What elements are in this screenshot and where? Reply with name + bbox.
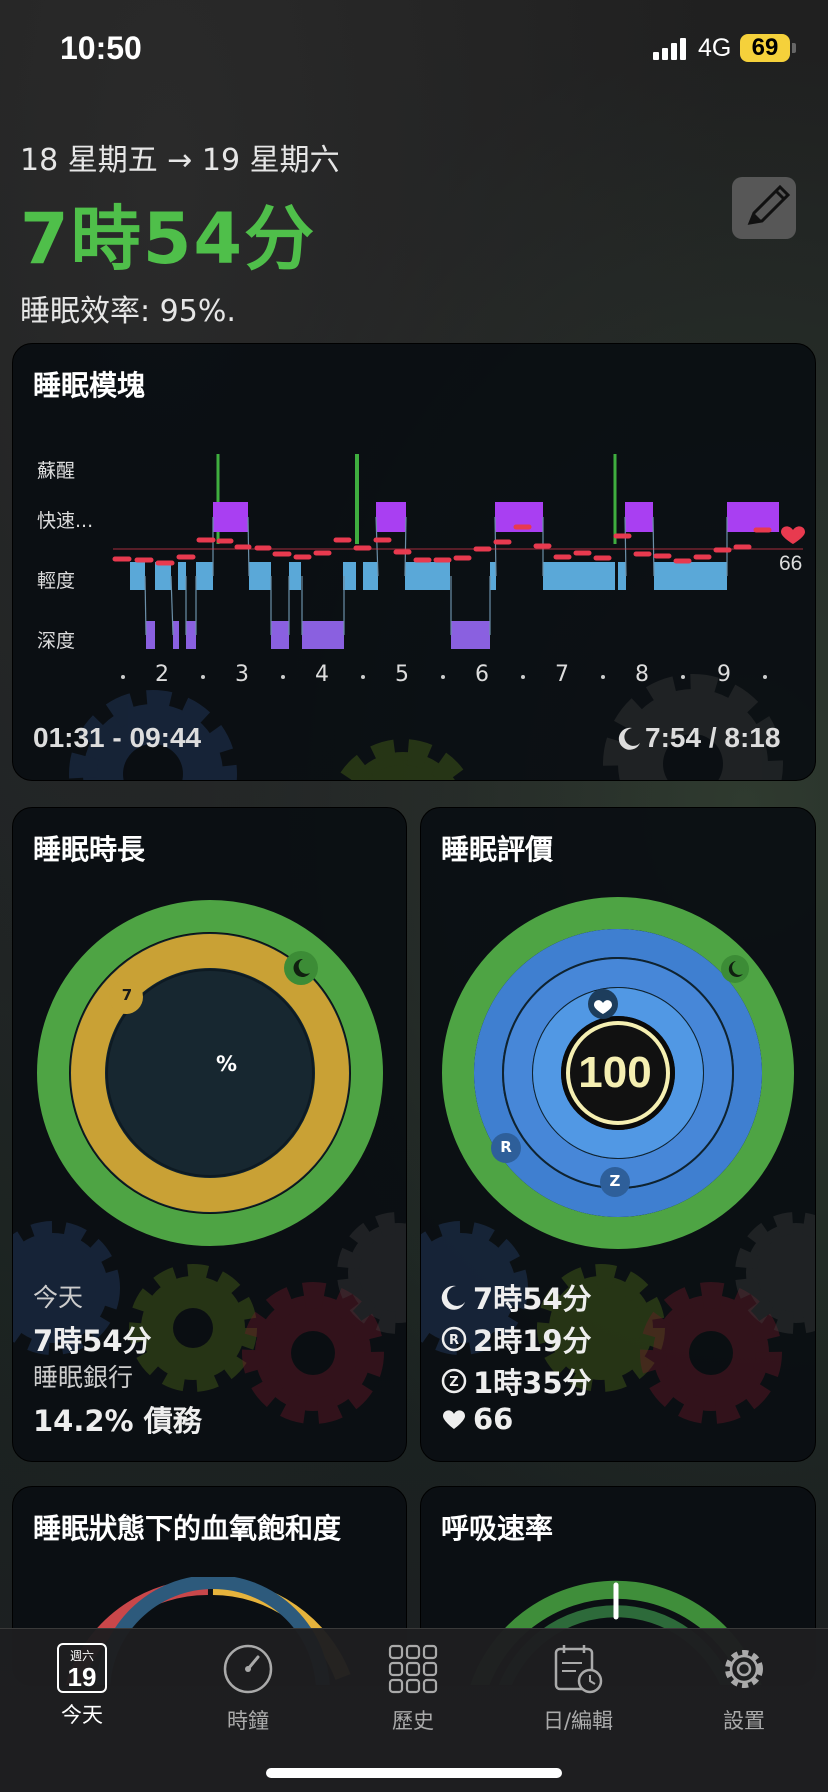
tab-history[interactable]: 歷史 (353, 1643, 473, 1735)
r-icon: R (441, 1326, 467, 1352)
z-icon: Z (441, 1368, 467, 1394)
hour-tick: 7 (555, 662, 569, 687)
tab-clock-label: 時鐘 (227, 1709, 269, 1733)
gauge-icon (223, 1644, 273, 1694)
tab-clock[interactable]: 時鐘 (188, 1643, 308, 1735)
svg-text:Z: Z (449, 1375, 458, 1390)
heart-rate-value: 66 (779, 552, 803, 575)
svg-text:R: R (449, 1333, 459, 1348)
grid-icon (388, 1644, 438, 1694)
ring-r-label: R (500, 1138, 512, 1156)
sleep-duration-ring (37, 900, 383, 1246)
sleep-score-card[interactable]: 睡眠評價 100 R Z 7時54分 R 2時19分 Z 1時35分 66 (420, 807, 816, 1462)
pencil-icon (747, 184, 791, 225)
sleep-efficiency: 睡眠效率: 95%. (20, 294, 236, 329)
spo2-title: 睡眠狀態下的血氧飽和度 (33, 1512, 342, 1545)
moon-icon (618, 727, 640, 750)
ring-hour-badge: 7 (121, 986, 133, 1004)
ring-percent-label: % (216, 1052, 238, 1076)
sleep-duration-card[interactable]: 睡眠時長 7 % 今天 7時54分 睡眠銀行 14.2% 債務 (12, 807, 407, 1462)
status-time: 10:50 (60, 30, 142, 66)
sleep-bank-value: 14.2% 債務 (33, 1404, 202, 1438)
sleep-blocks-card[interactable]: 睡眠模塊 蘇醒 快速... 輕度 深度 66 2 3 4 5 6 7 8 9 0… (12, 343, 816, 781)
score-stat-rem-value: 2時19分 (473, 1324, 592, 1358)
hour-tick: 5 (395, 662, 409, 687)
sleep-time-range: 01:31 - 09:44 (33, 722, 202, 753)
sleep-duration-total: 7時54分 (20, 198, 317, 280)
tab-settings[interactable]: 設置 (684, 1643, 804, 1735)
tab-day-edit-label: 日/編輯 (542, 1709, 614, 1733)
hour-tick: 2 (155, 662, 169, 687)
calendar-day: 19 (67, 1662, 97, 1692)
date-range: 18 星期五 → 19 星期六 (20, 143, 340, 178)
hour-tick: 8 (635, 662, 649, 687)
home-indicator[interactable] (266, 1768, 562, 1778)
respiration-title: 呼吸速率 (441, 1512, 554, 1545)
score-stat-heart: 66 (441, 1402, 513, 1436)
sleep-ratio: 7:54 / 8:18 (645, 722, 781, 753)
ring-z-label: Z (609, 1172, 621, 1190)
edit-button[interactable] (732, 177, 796, 239)
score-stat-deep: Z 1時35分 (441, 1360, 592, 1402)
status-bar: 10:50 4G 69 (0, 0, 828, 100)
score-stat-sleep: 7時54分 (441, 1276, 592, 1318)
score-stat-deep-value: 1時35分 (473, 1366, 592, 1400)
hypnogram (112, 454, 805, 679)
tab-today-label: 今天 (61, 1703, 103, 1727)
hour-tick: 4 (315, 662, 329, 687)
signal-icon (653, 38, 686, 60)
today-value: 7時54分 (33, 1324, 152, 1358)
calendar-icon: 週六 19 (57, 1643, 107, 1693)
tab-settings-label: 設置 (723, 1709, 765, 1733)
sleep-score-title: 睡眠評價 (441, 833, 554, 866)
hour-tick: 6 (475, 662, 489, 687)
gear-icon (725, 1650, 763, 1688)
sleep-duration-title: 睡眠時長 (33, 833, 146, 866)
tab-today[interactable]: 週六 19 今天 (22, 1643, 142, 1729)
sleep-score-value: 100 (578, 1048, 652, 1097)
battery-tip (792, 43, 796, 53)
score-stat-sleep-value: 7時54分 (473, 1282, 592, 1316)
hour-tick: 9 (717, 662, 731, 687)
score-stat-heart-value: 66 (473, 1402, 514, 1436)
tab-day-edit[interactable]: 日/編輯 (518, 1643, 638, 1735)
today-label: 今天 (33, 1283, 84, 1312)
heart-icon (443, 1410, 465, 1429)
score-stat-rem: R 2時19分 (441, 1318, 592, 1360)
network-label: 4G (698, 34, 732, 62)
moon-icon (441, 1285, 465, 1310)
hour-tick: 3 (235, 662, 249, 687)
heart-icon (781, 526, 805, 544)
calendar-clock-icon (554, 1645, 603, 1694)
sleep-header: 18 星期五 → 19 星期六 7時54分 睡眠效率: 95%. (20, 135, 340, 330)
sleep-bank-label: 睡眠銀行 (33, 1363, 134, 1392)
tab-history-label: 歷史 (392, 1709, 434, 1733)
battery-icon: 69 (740, 34, 790, 62)
